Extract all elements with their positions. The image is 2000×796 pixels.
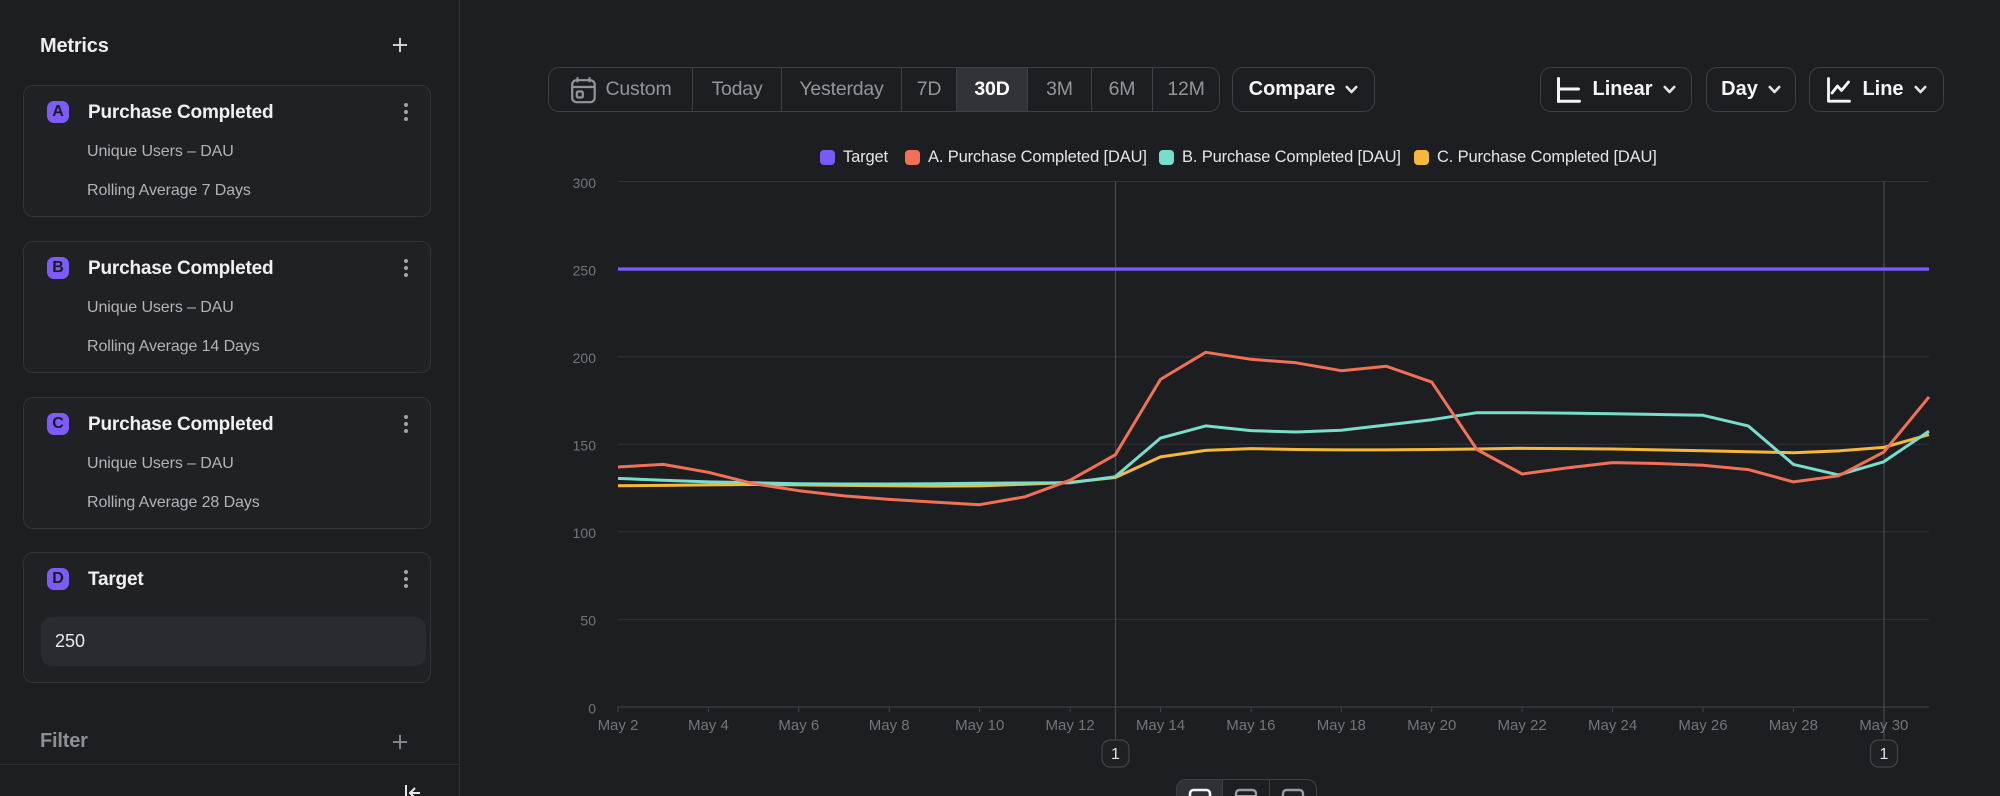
- svg-text:May 22: May 22: [1497, 717, 1546, 734]
- svg-text:May 28: May 28: [1769, 717, 1818, 734]
- svg-text:May 24: May 24: [1588, 717, 1637, 734]
- svg-text:300: 300: [573, 175, 597, 191]
- svg-text:250: 250: [573, 262, 597, 278]
- svg-text:May 6: May 6: [778, 717, 819, 734]
- svg-text:150: 150: [573, 438, 597, 454]
- svg-text:May 4: May 4: [688, 717, 729, 734]
- svg-text:May 14: May 14: [1136, 717, 1185, 734]
- svg-text:May 10: May 10: [955, 717, 1004, 734]
- svg-text:May 12: May 12: [1045, 717, 1094, 734]
- svg-text:May 18: May 18: [1317, 717, 1366, 734]
- svg-text:May 26: May 26: [1678, 717, 1727, 734]
- svg-text:May 20: May 20: [1407, 717, 1456, 734]
- svg-text:1: 1: [1111, 746, 1120, 763]
- svg-text:May 30: May 30: [1859, 717, 1908, 734]
- svg-text:May 2: May 2: [598, 717, 639, 734]
- svg-text:200: 200: [573, 350, 597, 366]
- svg-text:100: 100: [573, 525, 597, 541]
- svg-text:May 8: May 8: [869, 717, 910, 734]
- svg-text:0: 0: [588, 700, 596, 716]
- svg-text:May 16: May 16: [1226, 717, 1275, 734]
- svg-text:1: 1: [1880, 746, 1889, 763]
- svg-text:50: 50: [580, 613, 596, 629]
